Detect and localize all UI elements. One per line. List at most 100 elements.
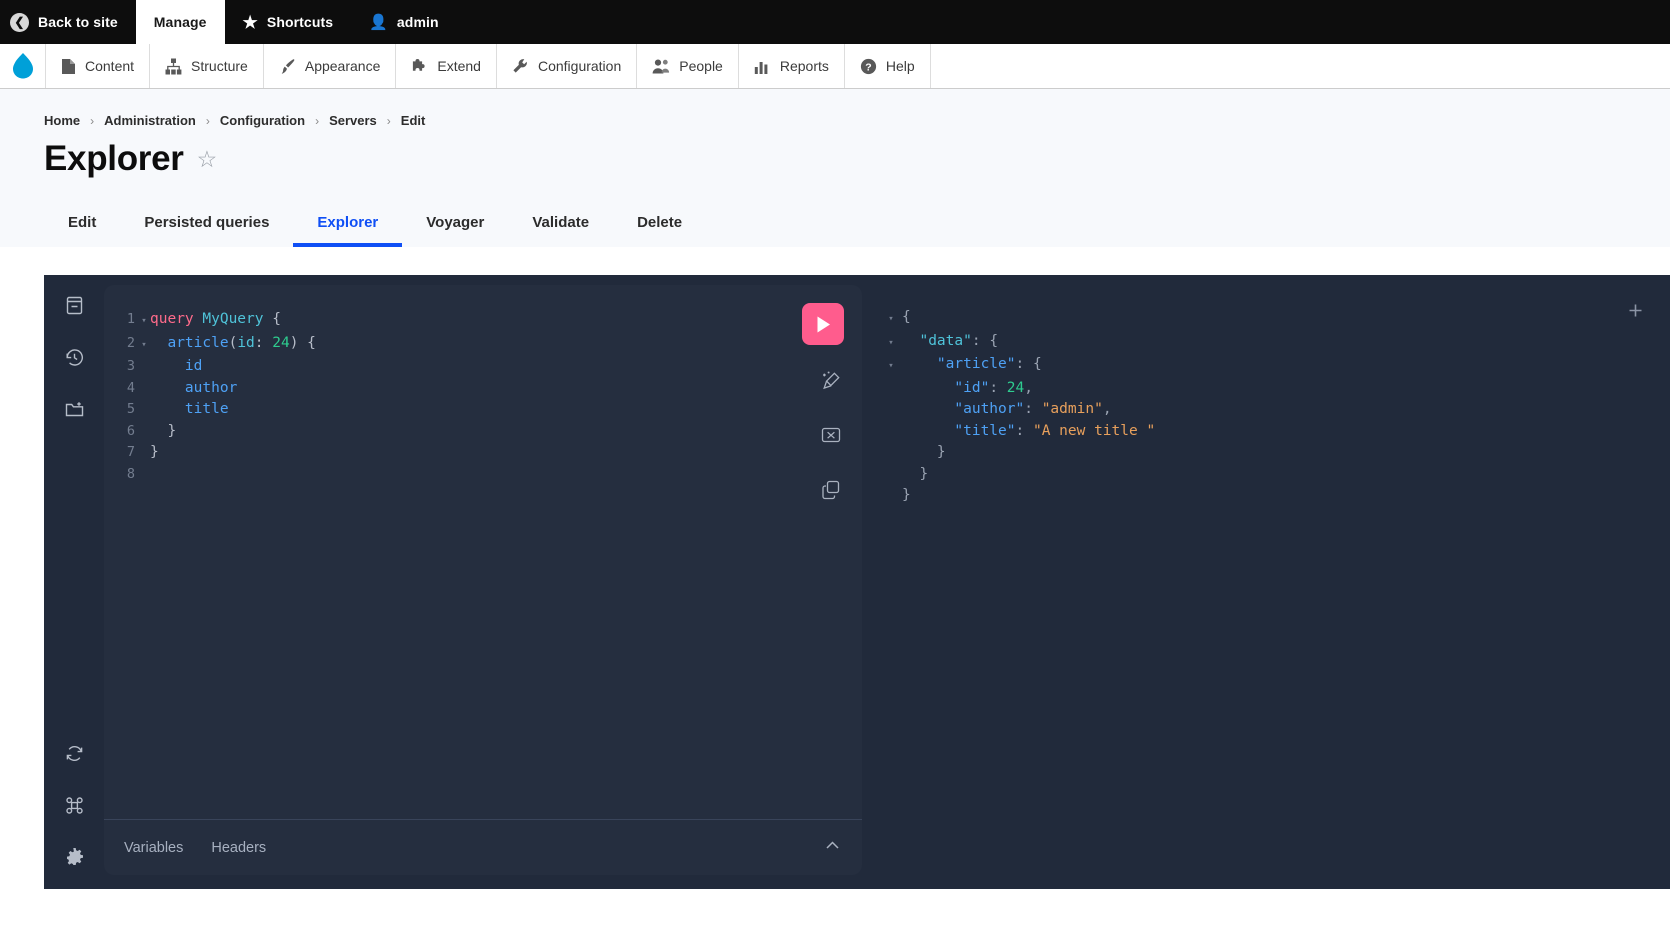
plus-icon[interactable] — [1622, 297, 1648, 323]
query-line: 5 title — [104, 399, 862, 421]
menu-item-structure[interactable]: Structure — [150, 44, 264, 88]
graphiql-wrapper: 1 ▾ query MyQuery {2 ▾ article(id: 24) {3 i… — [0, 247, 1670, 889]
response-token: : — [1015, 422, 1033, 439]
response-token: : { — [1015, 356, 1042, 372]
query-line: 3 id — [104, 356, 862, 378]
tab-label: Edit — [68, 213, 97, 231]
breadcrumb-separator: › — [386, 113, 391, 128]
response-line: "id": 24, — [880, 378, 1670, 400]
response-token: } — [902, 487, 911, 503]
footer-tab-headers[interactable]: Headers — [211, 840, 266, 856]
breadcrumb-item-configuration[interactable]: Configuration — [220, 113, 305, 128]
query-line: 6 } — [104, 421, 862, 443]
response-token — [902, 354, 937, 376]
menu-item-help[interactable]: ? Help — [845, 44, 931, 88]
user-label: admin — [396, 14, 439, 30]
prettify-icon[interactable] — [813, 363, 849, 399]
user-icon: 👤 — [369, 13, 388, 31]
fold-toggle-icon[interactable]: ▾ — [880, 356, 902, 378]
menu-label: Structure — [191, 58, 248, 74]
code-token: author — [184, 379, 238, 396]
line-number: 1 — [126, 311, 135, 327]
code-token: ) { — [289, 334, 316, 351]
graphiql-container: 1 ▾ query MyQuery {2 ▾ article(id: 24) {3 i… — [44, 275, 1670, 889]
title-row: Explorer ☆ — [44, 139, 1670, 179]
response-line: "author": "admin", — [880, 399, 1670, 421]
refresh-icon[interactable] — [54, 733, 94, 773]
menu-item-content[interactable]: Content — [46, 44, 151, 88]
star-outline-icon[interactable]: ☆ — [197, 147, 218, 171]
response-token: "article" — [936, 356, 1016, 372]
breadcrumb-item-edit[interactable]: Edit — [401, 113, 426, 128]
copy-icon[interactable] — [813, 471, 849, 507]
tab-label: Delete — [637, 213, 683, 231]
code-token: 24 — [272, 334, 290, 351]
merge-icon[interactable] — [813, 417, 849, 453]
code-token: title — [184, 401, 229, 417]
graphiql-main: 1 ▾ query MyQuery {2 ▾ article(id: 24) {3 i… — [104, 275, 1670, 889]
back-to-site-button[interactable]: ❮ Back to site — [0, 0, 136, 44]
line-number: 6 — [126, 422, 135, 439]
code-token: id — [237, 334, 255, 351]
admin-toolbar: ❮ Back to site Manage ★ Shortcuts 👤 admi… — [0, 0, 1670, 44]
tab-delete[interactable]: Delete — [613, 201, 706, 247]
tab-validate[interactable]: Validate — [508, 201, 613, 247]
response-line: "title": "A new title " — [880, 421, 1670, 443]
response-token: } — [902, 465, 929, 482]
tab-explorer[interactable]: Explorer — [293, 201, 403, 247]
response-token: : { — [971, 332, 999, 349]
run-query-button[interactable] — [802, 303, 844, 345]
fold-toggle-icon[interactable]: ▾ — [138, 335, 150, 357]
page-title: Explorer — [44, 139, 184, 178]
admin-tab-manage[interactable]: Manage — [135, 0, 225, 44]
fold-toggle-icon[interactable]: ▾ — [138, 311, 150, 333]
breadcrumb-separator: › — [205, 113, 210, 128]
menu-item-extend[interactable]: Extend — [396, 44, 497, 88]
fold-toggle-icon[interactable]: ▾ — [880, 333, 902, 355]
response-token: "A new title " — [1032, 422, 1156, 439]
response-line: ▾ "data": { — [880, 331, 1670, 355]
star-icon: ★ — [242, 12, 258, 32]
admin-tab-user[interactable]: 👤 admin — [351, 0, 457, 44]
command-icon[interactable] — [54, 785, 94, 825]
paintbrush-icon — [281, 58, 295, 74]
code-token: { — [263, 311, 281, 327]
admin-tab-shortcuts[interactable]: ★ Shortcuts — [225, 0, 352, 44]
tab-voyager[interactable]: Voyager — [402, 201, 508, 247]
query-line: 1 ▾ query MyQuery { — [104, 309, 862, 333]
gear-icon[interactable] — [54, 837, 94, 877]
folder-plus-icon[interactable] — [54, 389, 94, 429]
breadcrumb-item-administration[interactable]: Administration — [104, 113, 196, 128]
menu-item-people[interactable]: People — [637, 44, 739, 88]
history-icon[interactable] — [54, 337, 94, 377]
menu-item-configuration[interactable]: Configuration — [497, 44, 638, 88]
code-token: ( — [228, 334, 238, 351]
response-token: { — [902, 309, 911, 325]
response-token: "data" — [919, 332, 972, 349]
query-editor[interactable]: 1 ▾ query MyQuery {2 ▾ article(id: 24) {3 i… — [104, 285, 862, 819]
fold-toggle-icon[interactable]: ▾ — [880, 309, 902, 331]
menu-label: People — [679, 58, 723, 74]
local-task-tabs: Edit Persisted queries Explorer Voyager … — [44, 201, 1670, 247]
breadcrumb-item-servers[interactable]: Servers — [329, 113, 377, 128]
code-token: : — [254, 334, 273, 351]
drupal-logo-icon[interactable] — [0, 44, 46, 88]
tab-persisted-queries[interactable]: Persisted queries — [120, 201, 293, 247]
page-header: Home › Administration › Configuration › … — [0, 89, 1670, 247]
menu-item-reports[interactable]: Reports — [739, 44, 845, 88]
shortcuts-label: Shortcuts — [266, 14, 334, 30]
chevron-up-icon[interactable] — [823, 836, 842, 860]
response-token: "id" — [954, 379, 990, 396]
breadcrumb-item-home[interactable]: Home — [44, 113, 80, 128]
tab-label: Persisted queries — [144, 213, 270, 231]
code-token: } — [150, 444, 159, 460]
svg-text:?: ? — [865, 61, 871, 73]
response-token — [902, 421, 954, 443]
editor-footer: Variables Headers — [104, 819, 862, 875]
footer-tab-variables[interactable]: Variables — [124, 840, 183, 856]
docs-icon[interactable] — [54, 285, 94, 325]
tab-edit[interactable]: Edit — [44, 201, 120, 247]
menu-item-appearance[interactable]: Appearance — [264, 44, 397, 88]
response-line: ▾{ — [880, 307, 1670, 331]
